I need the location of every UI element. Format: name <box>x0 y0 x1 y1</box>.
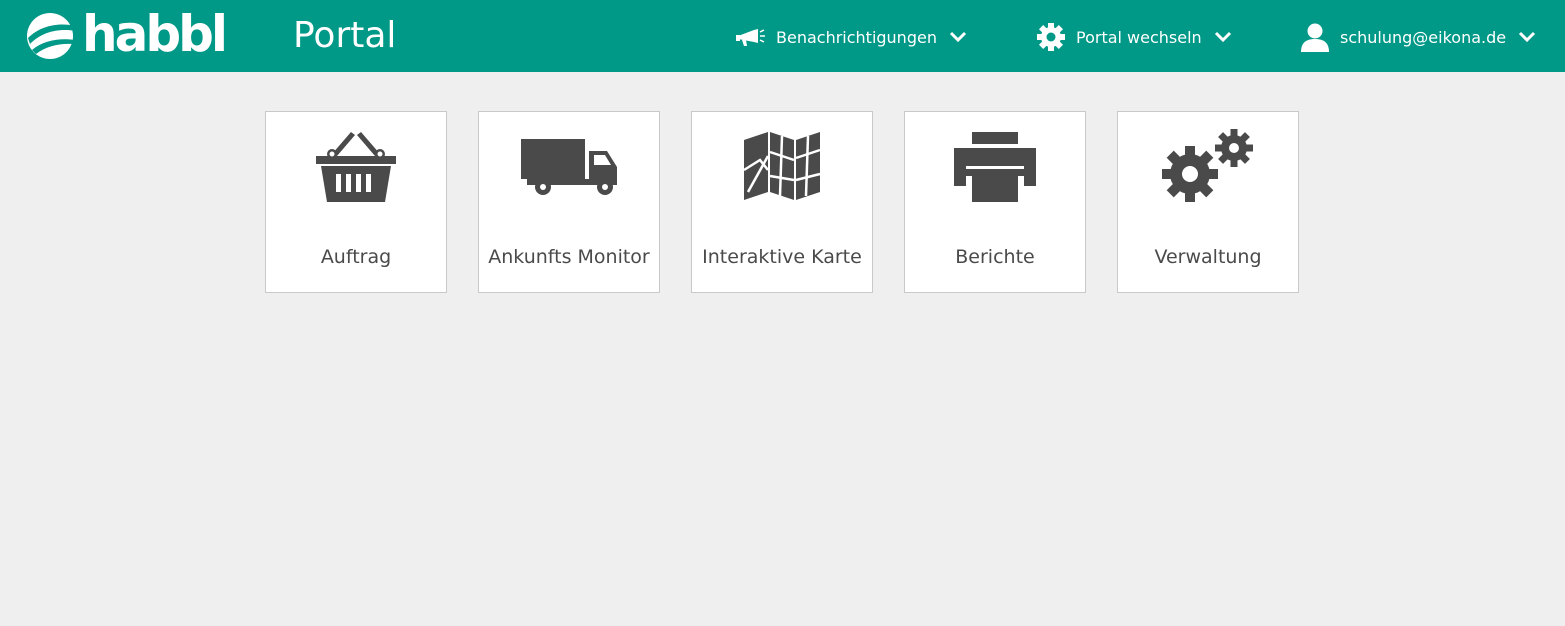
basket-icon <box>266 126 446 206</box>
chevron-down-icon <box>1518 31 1536 43</box>
gear-icon <box>1036 22 1066 52</box>
chevron-down-icon <box>949 31 967 43</box>
user-menu[interactable]: schulung@eikona.de <box>1300 20 1536 54</box>
map-icon <box>692 126 872 206</box>
logo-text: habbl <box>82 5 228 63</box>
logo-emblem-icon <box>27 13 76 59</box>
tile-label: Ankunfts Monitor <box>488 245 650 268</box>
tile-ankunfts-monitor[interactable]: Ankunfts Monitor <box>478 111 660 293</box>
tile-verwaltung[interactable]: Verwaltung <box>1117 111 1299 293</box>
tile-interaktive-karte[interactable]: Interaktive Karte <box>691 111 873 293</box>
notifications-label: Benachrichtigungen <box>776 27 937 47</box>
tile-auftrag[interactable]: Auftrag <box>265 111 447 293</box>
tile-label: Interaktive Karte <box>702 245 862 268</box>
notifications-menu[interactable]: Benachrichtigungen <box>736 20 967 54</box>
tile-label: Verwaltung <box>1154 245 1262 268</box>
user-icon <box>1300 22 1330 52</box>
megaphone-icon <box>736 27 766 47</box>
tile-berichte[interactable]: Berichte <box>904 111 1086 293</box>
truck-icon <box>479 126 659 206</box>
gears-icon <box>1118 126 1298 206</box>
tile-label: Berichte <box>955 245 1035 268</box>
top-bar: habbl Portal Benachrichtigungen Portal w… <box>0 0 1565 72</box>
app-tiles: Auftrag Ankunfts Monitor Interaktive Kar… <box>265 111 1299 293</box>
chevron-down-icon <box>1214 31 1232 43</box>
switch-portal-menu[interactable]: Portal wechseln <box>1036 20 1232 54</box>
user-email: schulung@eikona.de <box>1340 27 1507 47</box>
printer-icon <box>905 126 1085 206</box>
switch-portal-label: Portal wechseln <box>1076 27 1202 47</box>
page-title: Portal <box>293 15 397 56</box>
tile-label: Auftrag <box>320 245 392 268</box>
habbl-logo[interactable]: habbl <box>26 5 228 64</box>
